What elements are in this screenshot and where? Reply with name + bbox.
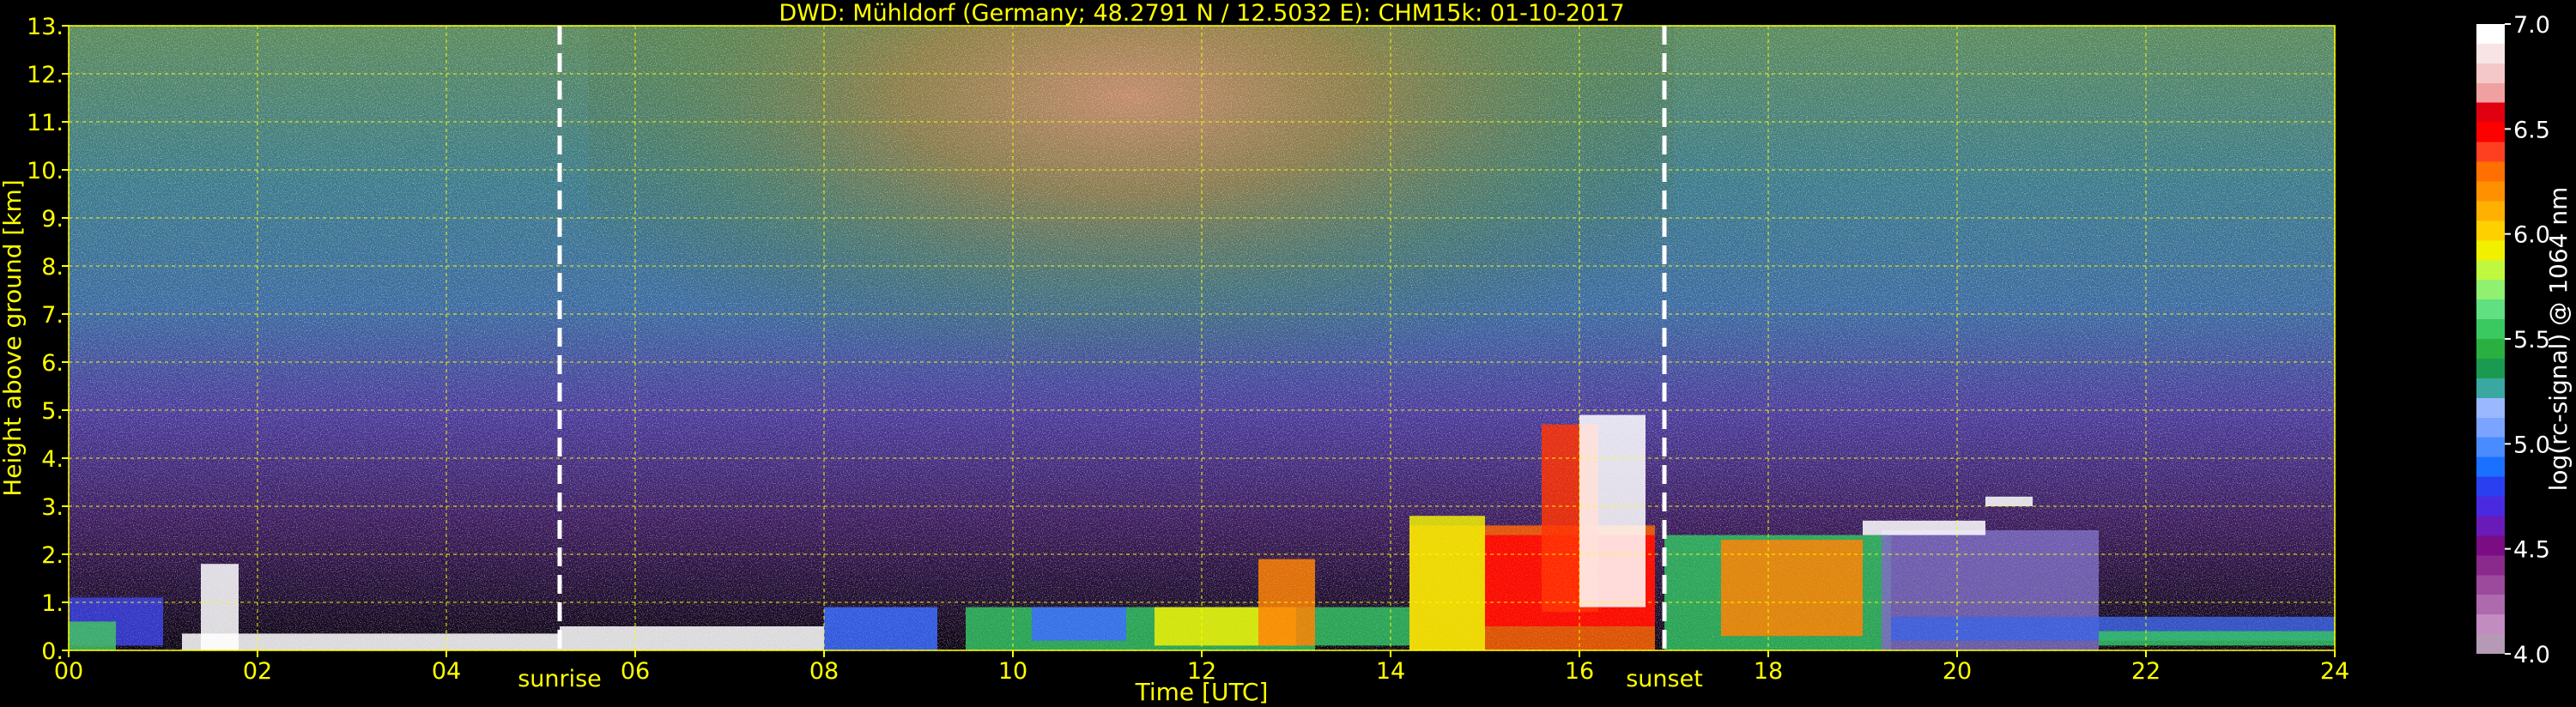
y-tick-label: 8. [41, 254, 64, 281]
y-tick-label: 11. [27, 110, 64, 136]
x-axis-label: Time [UTC] [1135, 678, 1269, 706]
colorbar-label: log(rc-signal) @ 1064 nm [2544, 187, 2573, 492]
chart-title: DWD: Mühldorf (Germany; 48.2791 N / 12.5… [779, 0, 1624, 27]
y-tick-label: 3. [41, 494, 64, 521]
x-tick-label: 16 [1565, 658, 1594, 685]
y-tick-label: 7. [41, 302, 64, 329]
colorbar-tick-label: 4.0 [2513, 642, 2550, 668]
y-tick-label: 13. [27, 14, 64, 40]
y-tick-label: 0. [41, 638, 64, 665]
colorbar-tick-label: 7.0 [2513, 12, 2550, 39]
x-tick-label: 24 [2320, 658, 2349, 685]
x-tick-label: 20 [1943, 658, 1972, 685]
x-tick-label: 18 [1754, 658, 1783, 685]
y-tick-label: 5. [41, 398, 64, 425]
y-tick-label: 6. [41, 350, 64, 377]
y-axis-ticks: 0. 1. 2. 3. 4. 5. 6. 7. 8. 9. 10. 11. 12. 13. [27, 14, 69, 665]
y-tick-label: 1. [41, 590, 64, 617]
colorbar-tick-label: 6.5 [2513, 117, 2550, 143]
y-tick-label: 9. [41, 206, 64, 233]
x-tick-label: 02 [243, 658, 272, 685]
x-tick-label: 06 [621, 658, 650, 685]
sunset-label: sunset [1626, 666, 1703, 692]
colorbar-bar [2476, 24, 2505, 654]
x-tick-label: 22 [2131, 658, 2161, 685]
y-tick-label: 12. [27, 62, 64, 88]
y-tick-label: 2. [41, 542, 64, 569]
colorbar: 4.04.55.05.56.06.57.0 [2476, 12, 2550, 668]
sunrise-label: sunrise [518, 666, 602, 692]
ceilometer-chart: 00 02 04 06 08 10 12 14 16 18 20 22 24 0.1.2.3.4.5.6… [0, 0, 2573, 706]
x-tick-label: 04 [432, 658, 461, 685]
y-axis-label: Height above ground [km] [0, 179, 27, 497]
x-tick-label: 14 [1376, 658, 1405, 685]
y-tick-label: 10. [27, 158, 64, 184]
x-tick-label: 10 [998, 658, 1027, 685]
y-tick-label: 4. [41, 446, 64, 473]
x-tick-label: 08 [809, 658, 839, 685]
colorbar-tick-label: 4.5 [2513, 537, 2550, 564]
